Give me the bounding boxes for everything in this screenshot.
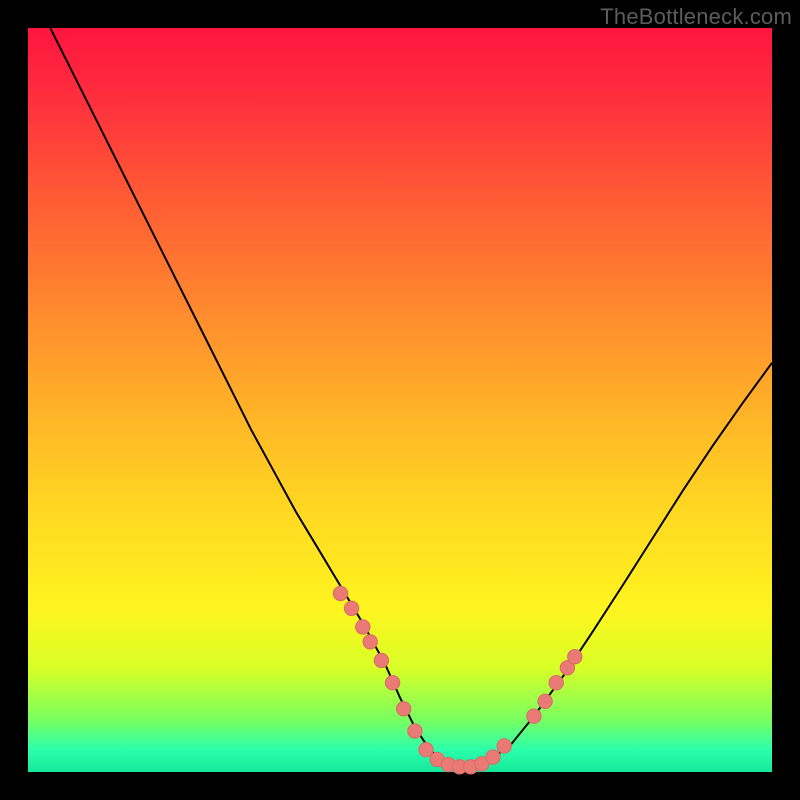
data-point	[538, 694, 552, 708]
chart-frame	[28, 28, 772, 772]
chart-svg	[28, 28, 772, 772]
data-point	[397, 702, 411, 716]
data-point	[356, 620, 370, 634]
data-point	[497, 739, 511, 753]
data-point	[374, 653, 388, 667]
data-point	[486, 750, 500, 764]
data-point	[419, 743, 433, 757]
data-point	[363, 635, 377, 649]
data-point	[549, 676, 563, 690]
data-point	[527, 709, 541, 723]
data-point	[344, 601, 358, 615]
data-point	[385, 676, 399, 690]
data-point	[408, 724, 422, 738]
marker-group	[333, 586, 582, 774]
watermark-text: TheBottleneck.com	[600, 4, 792, 30]
data-point	[333, 586, 347, 600]
data-point	[568, 650, 582, 664]
bottleneck-curve	[50, 28, 772, 768]
